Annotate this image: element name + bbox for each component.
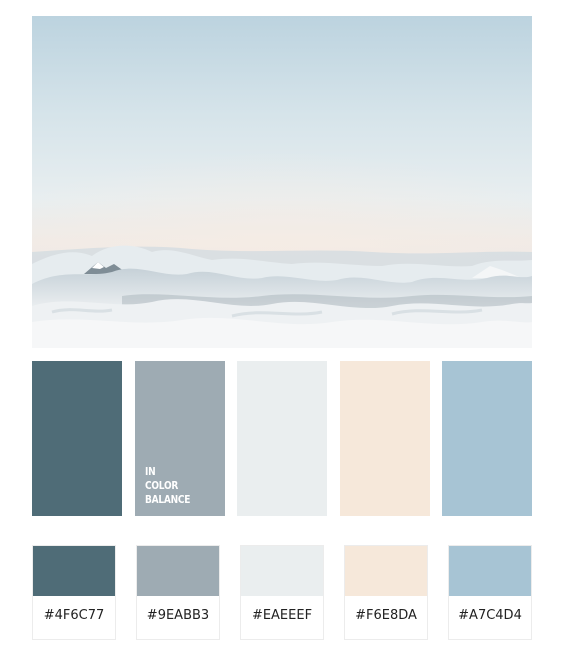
- color-chip-3: [241, 546, 323, 596]
- hex-code-4: #F6E8DA: [355, 608, 417, 623]
- palette-card-2: #9EABB3: [136, 545, 220, 640]
- swatch-color-1: [32, 361, 122, 516]
- palette-card-1: #4F6C77: [32, 545, 116, 640]
- brand-logo-text: IN COLOR BALANCE: [145, 465, 190, 507]
- hex-code-3: #EAEEEF: [251, 608, 313, 623]
- brand-line-3: BALANCE: [145, 493, 191, 506]
- palette-card-5: #A7C4D4: [448, 545, 532, 640]
- cloud-sky-photo: [32, 16, 532, 348]
- brand-line-2: COLOR: [145, 479, 179, 492]
- color-chip-1: [33, 546, 115, 596]
- swatch-color-2: IN COLOR BALANCE: [135, 361, 225, 516]
- swatch-color-4: [340, 361, 430, 516]
- brand-line-1: IN: [145, 465, 156, 478]
- swatch-color-3: [237, 361, 327, 516]
- hex-code-2: #9EABB3: [146, 608, 210, 623]
- color-chip-2: [137, 546, 219, 596]
- palette-card-3: #EAEEEF: [240, 545, 324, 640]
- swatch-color-5: [442, 361, 532, 516]
- color-chip-4: [345, 546, 427, 596]
- palette-card-4: #F6E8DA: [344, 545, 428, 640]
- hex-code-5: #A7C4D4: [458, 608, 522, 623]
- cloud-landscape-illustration: [32, 16, 532, 348]
- hex-code-1: #4F6C77: [43, 608, 105, 623]
- color-chip-5: [449, 546, 531, 596]
